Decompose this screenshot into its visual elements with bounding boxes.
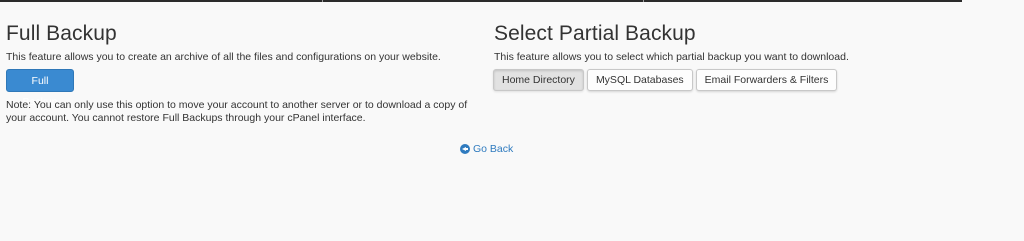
top-rule-divider: [322, 0, 323, 2]
tab-email-forwarders-filters[interactable]: Email Forwarders & Filters: [695, 69, 838, 91]
partial-backup-description: This feature allows you to select which …: [494, 51, 849, 63]
top-rule: [0, 0, 962, 2]
circle-arrow-left-icon: [460, 144, 470, 154]
partial-backup-title: Select Partial Backup: [494, 22, 696, 45]
full-backup-description: This feature allows you to create an arc…: [6, 51, 441, 63]
full-backup-title: Full Backup: [6, 22, 117, 45]
go-back-link[interactable]: Go Back: [460, 143, 513, 155]
partial-backup-tabs: Home Directory MySQL Databases Email For…: [493, 69, 840, 91]
top-rule-divider: [643, 0, 644, 2]
go-back-label: Go Back: [473, 143, 514, 155]
full-backup-button[interactable]: Full Backup: [6, 69, 74, 108]
tab-mysql-databases[interactable]: MySQL Databases: [586, 69, 693, 91]
full-backup-note: Note: You can only use this option to mo…: [6, 99, 468, 124]
tab-home-directory[interactable]: Home Directory: [493, 69, 584, 91]
